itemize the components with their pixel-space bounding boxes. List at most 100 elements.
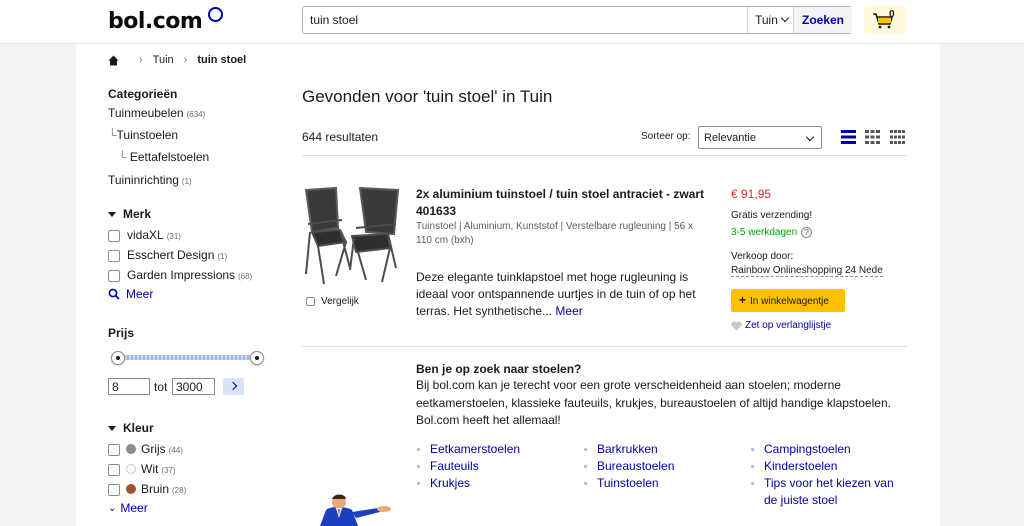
- link-barkrukken[interactable]: Barkrukken: [584, 441, 658, 458]
- search-button[interactable]: Zoeken: [793, 7, 852, 33]
- merk-heading[interactable]: Merk: [108, 207, 151, 221]
- bullet-icon: [751, 465, 754, 468]
- link-bureaustoelen[interactable]: Bureaustoelen: [584, 458, 674, 475]
- category-eettafelstoelen[interactable]: └ Eettafelstoelen: [118, 150, 209, 164]
- color-swatch-icon: [126, 484, 136, 494]
- category-label: Tuinstoelen: [116, 128, 179, 142]
- kleur-item[interactable]: Wit (37): [126, 462, 176, 476]
- link-krukjes[interactable]: Krukjes: [417, 475, 470, 492]
- merk-count: (1): [217, 252, 228, 261]
- color-swatch-icon: [126, 464, 136, 474]
- category-tuinstoelen[interactable]: └Tuinstoelen: [108, 128, 178, 142]
- kleur-checkbox-grijs[interactable]: [108, 444, 120, 456]
- breadcrumb-item-tuin[interactable]: Tuin: [153, 54, 174, 66]
- merk-item[interactable]: Esschert Design (1): [127, 248, 227, 262]
- price-slider[interactable]: [117, 355, 257, 360]
- collapse-triangle-icon: [108, 426, 116, 431]
- link-campingstoelen[interactable]: Campingstoelen: [751, 441, 851, 458]
- kleur-checkbox-wit[interactable]: [108, 464, 120, 476]
- kleur-more-link[interactable]: ⌄ Meer: [108, 501, 148, 515]
- merk-checkbox-garden-impressions[interactable]: [108, 270, 120, 282]
- kleur-heading[interactable]: Kleur: [108, 421, 154, 435]
- logo[interactable]: bol.com: [108, 9, 203, 34]
- link-eetkamerstoelen[interactable]: Eetkamerstoelen: [417, 441, 520, 458]
- merk-label: Esschert Design: [127, 248, 215, 262]
- link-fauteuils[interactable]: Fauteuils: [417, 458, 479, 475]
- kleur-checkbox-bruin[interactable]: [108, 484, 120, 496]
- link-label: Tuinstoelen: [597, 476, 659, 490]
- chevron-down-icon: [805, 132, 815, 142]
- price-slider-max-handle[interactable]: [250, 351, 264, 365]
- help-icon[interactable]: ?: [801, 227, 813, 238]
- product-more-link[interactable]: Meer: [555, 304, 582, 318]
- price-slider-min-handle[interactable]: [111, 351, 125, 365]
- sort-label: Sorteer op:: [641, 131, 691, 142]
- bullet-icon: [584, 465, 587, 468]
- price-min-input[interactable]: [108, 378, 150, 395]
- sort-select-value: Relevantie: [704, 132, 756, 144]
- link-label: Campingstoelen: [764, 442, 851, 456]
- product-price: € 91,95: [731, 187, 772, 201]
- merk-checkbox-esschert[interactable]: [108, 250, 120, 262]
- link-tips-stoel[interactable]: Tips voor het kiezen van de juiste stoel: [751, 475, 904, 509]
- bullet-icon: [417, 465, 420, 468]
- bullet-icon: [417, 448, 420, 451]
- product-title[interactable]: 2x aluminium tuinstoel / tuin stoel antr…: [416, 186, 716, 220]
- categories-heading: Categorieën: [108, 87, 178, 101]
- search-scope-label: Tuin: [755, 13, 778, 27]
- tree-branch-icon: └: [108, 128, 117, 142]
- breadcrumb: › Tuin › tuin stoel: [108, 54, 246, 66]
- link-kinderstoelen[interactable]: Kinderstoelen: [751, 458, 838, 475]
- product-image[interactable]: [302, 184, 402, 288]
- seller-link[interactable]: Rainbow Onlineshopping 24 Nede: [731, 265, 883, 277]
- link-tuinstoelen[interactable]: Tuinstoelen: [584, 475, 659, 492]
- list-view-icon[interactable]: [841, 130, 856, 144]
- category-count: (1): [181, 177, 192, 186]
- category-label: Tuinmeubelen: [108, 106, 184, 120]
- cart-button[interactable]: 0: [864, 6, 906, 34]
- merk-item[interactable]: vidaXL (31): [127, 228, 181, 242]
- compare-checkbox[interactable]: [306, 297, 315, 306]
- merk-more-label: Meer: [126, 287, 154, 301]
- wishlist-link[interactable]: Zet op verlanglijstje: [731, 320, 831, 331]
- seller-label: Verkoop door:: [731, 251, 794, 262]
- breadcrumb-current: tuin stoel: [197, 54, 247, 66]
- kleur-label: Bruin: [141, 482, 170, 496]
- kleur-more-label: Meer: [120, 501, 148, 515]
- merk-label: Garden Impressions: [127, 268, 236, 282]
- bullet-icon: [417, 482, 420, 485]
- search-scope-select[interactable]: Tuin: [747, 7, 793, 33]
- link-label: Barkrukken: [597, 442, 658, 456]
- search-input[interactable]: [303, 7, 747, 33]
- add-to-cart-button[interactable]: + In winkelwagentje: [731, 289, 845, 312]
- kleur-item[interactable]: Bruin (28): [126, 482, 186, 496]
- kleur-item[interactable]: Grijs (44): [126, 442, 183, 456]
- merk-checkbox-vidaxl[interactable]: [108, 230, 120, 242]
- product-specs: Tuinstoel | Aluminium, Kunststof | Verst…: [416, 221, 694, 246]
- plus-icon: +: [739, 293, 747, 307]
- home-icon[interactable]: [108, 55, 119, 66]
- category-tuininrichting[interactable]: Tuininrichting (1): [108, 173, 192, 187]
- dense-grid-view-icon[interactable]: [890, 130, 905, 144]
- page-title: Gevonden voor 'tuin stoel' in Tuin: [302, 87, 553, 106]
- merk-count: (68): [238, 272, 253, 281]
- delivery-time-label: 3-5 werkdagen: [731, 227, 798, 238]
- price-apply-button[interactable]: [223, 378, 244, 395]
- price-max-input[interactable]: [172, 378, 215, 395]
- category-tuinmeubelen[interactable]: Tuinmeubelen (634): [108, 106, 205, 120]
- shipping-info: Gratis verzending!: [731, 210, 813, 221]
- mascot-illustration: [320, 494, 391, 526]
- merk-item[interactable]: Garden Impressions (68): [127, 268, 252, 282]
- kleur-count: (44): [168, 446, 183, 455]
- info-text: Bij bol.com kan je terecht voor een grot…: [416, 378, 891, 427]
- price-to-label: tot: [154, 380, 168, 394]
- collapse-triangle-icon: [108, 212, 116, 217]
- info-heading: Ben je op zoek naar stoelen?: [416, 362, 582, 376]
- sort-select[interactable]: Relevantie: [698, 126, 822, 149]
- wishlist-label: Zet op verlanglijstje: [745, 320, 832, 331]
- delivery-time: 3-5 werkdagen?: [731, 227, 813, 238]
- cart-count: 0: [889, 9, 895, 20]
- merk-more-link[interactable]: Meer: [108, 287, 153, 301]
- link-label: Kinderstoelen: [764, 459, 838, 473]
- grid-view-icon[interactable]: [865, 130, 880, 144]
